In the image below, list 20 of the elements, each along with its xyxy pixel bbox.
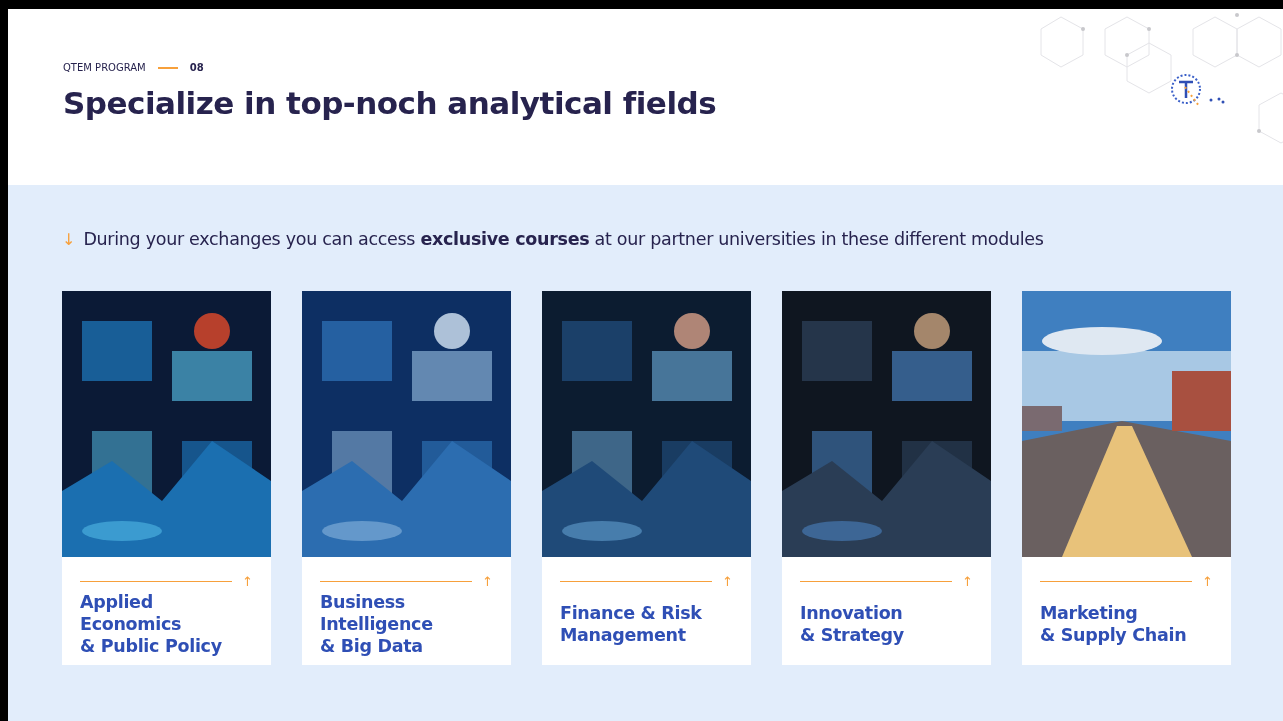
page-title: Specialize in top-noch analytical fields [63, 85, 717, 121]
up-arrow-icon: ↑ [1202, 575, 1213, 588]
up-arrow-icon: ↑ [482, 575, 493, 588]
module-card[interactable]: ↑ Marketing & Supply Chain [1022, 557, 1231, 665]
module-title: Applied Economics & Public Policy [80, 590, 222, 657]
module-card[interactable]: ↑ Applied Economics & Public Policy [62, 557, 271, 665]
down-arrow-icon: ↓ [62, 229, 76, 249]
module-card[interactable]: ↑ Business Intelligence & Big Data [302, 557, 511, 665]
module-title: Finance & Risk Management [560, 601, 702, 646]
intro-text: During your exchanges you can access exclusive courses at our partner universities in these different modules [83, 229, 1044, 249]
up-arrow-icon: ↑ [242, 575, 253, 588]
module-title: Business Intelligence & Big Data [320, 590, 433, 657]
module-title: Innovation & Strategy [800, 601, 904, 646]
module-card[interactable]: ↑ Finance & Risk Management [542, 557, 751, 665]
up-arrow-icon: ↑ [722, 575, 733, 588]
page-number: 08 [189, 62, 204, 73]
module-title: Marketing & Supply Chain [1040, 601, 1187, 646]
module-card[interactable]: ↑ Innovation & Strategy [782, 557, 991, 665]
up-arrow-icon: ↑ [962, 575, 973, 588]
program-label: QTEM PROGRAM [63, 62, 146, 73]
